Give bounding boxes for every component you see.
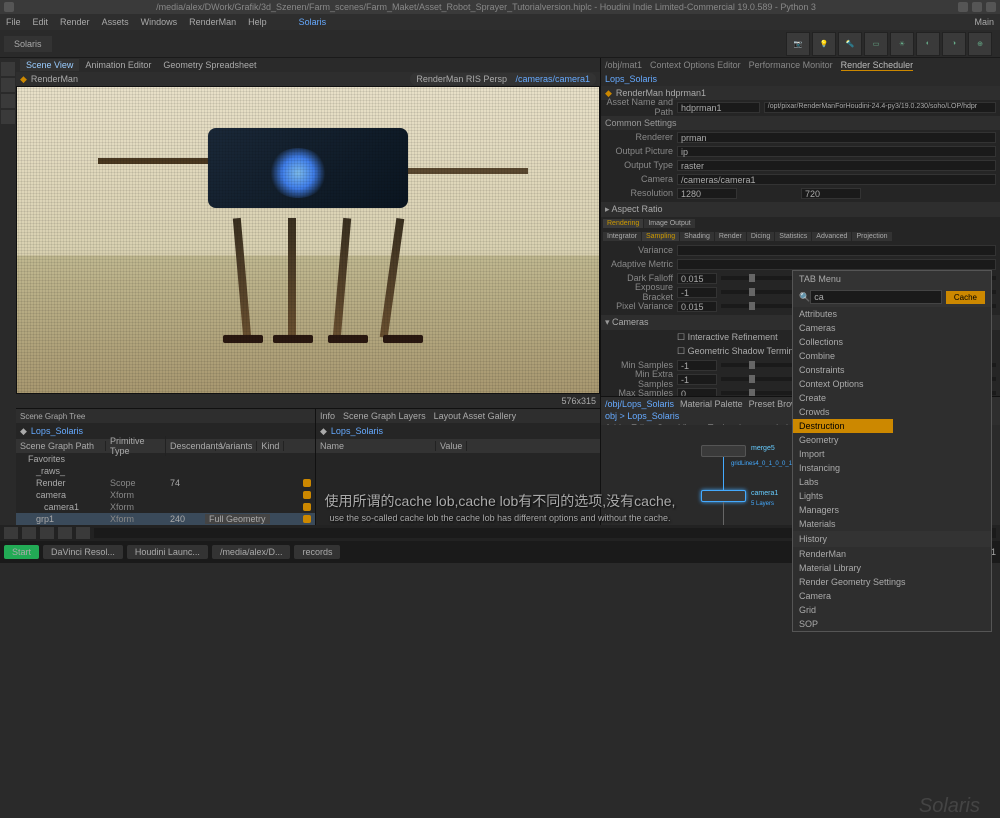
tab-menu-list[interactable]: Attributes Cameras Collections Combine C… [793, 307, 893, 527]
shelf-icons: 📷 💡 🔦 ▭ ☀ ◐ ◑ ⊕ [786, 32, 1000, 56]
tab-menu-item[interactable]: Constraints [793, 363, 893, 377]
rotate-tool-icon[interactable] [1, 94, 15, 108]
history-item[interactable]: SOP [793, 617, 991, 631]
history-item[interactable]: Render Geometry Settings [793, 575, 991, 589]
search-icon: 🔍 [799, 292, 810, 303]
play-end-icon[interactable] [76, 527, 90, 539]
tab-context[interactable]: Context Options Editor [650, 60, 741, 70]
camera-pill[interactable]: RenderMan RIS Persp /cameras/camera1 [410, 73, 596, 85]
tab-menu-item[interactable]: Attributes [793, 307, 893, 321]
play-next-icon[interactable] [58, 527, 72, 539]
desktop-main[interactable]: Main [974, 17, 994, 27]
minimize-button[interactable] [958, 2, 968, 12]
menu-help[interactable]: Help [248, 17, 267, 27]
play-prev-icon[interactable] [22, 527, 36, 539]
tab-scene-view[interactable]: Scene View [20, 59, 79, 71]
menu-assets[interactable]: Assets [102, 17, 129, 27]
shelf-lightfilter-icon[interactable]: ⊕ [968, 32, 992, 56]
renderer-label: RenderMan [31, 74, 78, 84]
taskbar-item[interactable]: Houdini Launc... [127, 545, 208, 559]
tab-objmat[interactable]: /obj/mat1 [605, 60, 642, 70]
tab-perfmon[interactable]: Performance Monitor [749, 60, 833, 70]
tab-geo-spreadsheet[interactable]: Geometry Spreadsheet [157, 59, 262, 71]
shelf-camera-icon[interactable]: 📷 [786, 32, 810, 56]
viewport-footer: 576x315 [16, 394, 600, 408]
shelf-spotlight-icon[interactable]: 🔦 [838, 32, 862, 56]
tab-menu-item[interactable]: Instancing [793, 461, 893, 475]
menu-renderman[interactable]: RenderMan [189, 17, 236, 27]
pane-tabs: Scene View Animation Editor Geometry Spr… [16, 58, 600, 72]
titlebar: /media/alex/DWork/Grafik/3d_Szenen/Farm_… [0, 0, 1000, 14]
tree-row: RenderScope74 [16, 477, 315, 489]
menu-file[interactable]: File [6, 17, 21, 27]
tab-menu-item[interactable]: Combine [793, 349, 893, 363]
move-tool-icon[interactable] [1, 78, 15, 92]
viewport[interactable] [16, 86, 600, 394]
tree-row: camera1Xform [16, 501, 315, 513]
taskbar-item[interactable]: /media/alex/D... [212, 545, 291, 559]
shelf: Solaris 📷 💡 🔦 ▭ ☀ ◐ ◑ ⊕ [0, 30, 1000, 58]
menu-windows[interactable]: Windows [141, 17, 178, 27]
taskbar-item[interactable]: records [294, 545, 340, 559]
tab-menu-title: TAB Menu [799, 274, 841, 284]
history-item[interactable]: RenderMan [793, 547, 991, 561]
tree-row: Favorites [16, 453, 315, 465]
vp-stat: 576x315 [561, 396, 596, 406]
tab-menu-item[interactable]: Create [793, 391, 893, 405]
history-item[interactable]: Camera [793, 589, 991, 603]
tab-menu-item[interactable]: Context Options [793, 377, 893, 391]
shelf-distantlight-icon[interactable]: ☀ [890, 32, 914, 56]
tree-row: grp1Xform240Full Geometry [16, 513, 315, 525]
scenegraph-title: Scene Graph Tree [16, 409, 315, 423]
node-camera[interactable] [701, 490, 746, 502]
history-item[interactable]: Material Library [793, 561, 991, 575]
tab-menu-item[interactable]: Cameras [793, 321, 893, 335]
viewport-header: ◆ RenderMan RenderMan RIS Persp /cameras… [16, 72, 600, 86]
window-title: /media/alex/DWork/Grafik/3d_Szenen/Farm_… [14, 2, 958, 12]
shelf-arealight-icon[interactable]: ▭ [864, 32, 888, 56]
tree-row: _raws_ [16, 465, 315, 477]
history-header: History [793, 531, 991, 547]
tab-menu-item[interactable]: Materials [793, 517, 893, 527]
timeline-track[interactable] [94, 528, 908, 538]
history-item[interactable]: Grid [793, 603, 991, 617]
right-tabs: /obj/mat1 Context Options Editor Perform… [601, 58, 1000, 72]
start-button[interactable]: Start [4, 545, 39, 559]
tab-menu-item[interactable]: Geometry [793, 433, 893, 447]
shelf-pointlight-icon[interactable]: 💡 [812, 32, 836, 56]
shelf-domelight-icon[interactable]: ◐ [916, 32, 940, 56]
select-tool-icon[interactable] [1, 62, 15, 76]
close-button[interactable] [986, 2, 996, 12]
tab-anim-editor[interactable]: Animation Editor [79, 59, 157, 71]
tab-menu-item[interactable]: Import [793, 447, 893, 461]
tab-menu-popup: TAB Menu 🔍 Cache Attributes Cameras Coll… [792, 270, 992, 632]
viewport-toolbar [0, 58, 16, 548]
tree-row: cameraXform [16, 489, 315, 501]
scale-tool-icon[interactable] [1, 110, 15, 124]
maximize-button[interactable] [972, 2, 982, 12]
tab-menu-item[interactable]: Labs [793, 475, 893, 489]
app-icon [4, 2, 14, 12]
tab-menu-item[interactable]: Destruction [793, 419, 893, 433]
desktop-solaris[interactable]: Solaris [299, 17, 327, 27]
play-button-icon[interactable] [40, 527, 54, 539]
shelf-tab-solaris[interactable]: Solaris [4, 36, 52, 52]
play-start-icon[interactable] [4, 527, 18, 539]
menubar: File Edit Render Assets Windows RenderMa… [0, 14, 1000, 30]
tab-rendersched[interactable]: Render Scheduler [841, 60, 914, 71]
cache-result-button[interactable]: Cache [946, 291, 985, 304]
shelf-shadowlight-icon[interactable]: ◑ [942, 32, 966, 56]
node-merge[interactable] [701, 445, 746, 457]
tab-menu-item[interactable]: Crowds [793, 405, 893, 419]
tab-menu-search[interactable] [810, 290, 942, 304]
tab-menu-item[interactable]: Managers [793, 503, 893, 517]
taskbar-item[interactable]: DaVinci Resol... [43, 545, 123, 559]
tab-menu-item[interactable]: Lights [793, 489, 893, 503]
tab-menu-item[interactable]: Collections [793, 335, 893, 349]
menu-render[interactable]: Render [60, 17, 90, 27]
menu-edit[interactable]: Edit [33, 17, 49, 27]
solaris-watermark: Solaris [919, 795, 980, 818]
tree-header: Scene Graph Path Primitive Type Descenda… [16, 439, 315, 453]
